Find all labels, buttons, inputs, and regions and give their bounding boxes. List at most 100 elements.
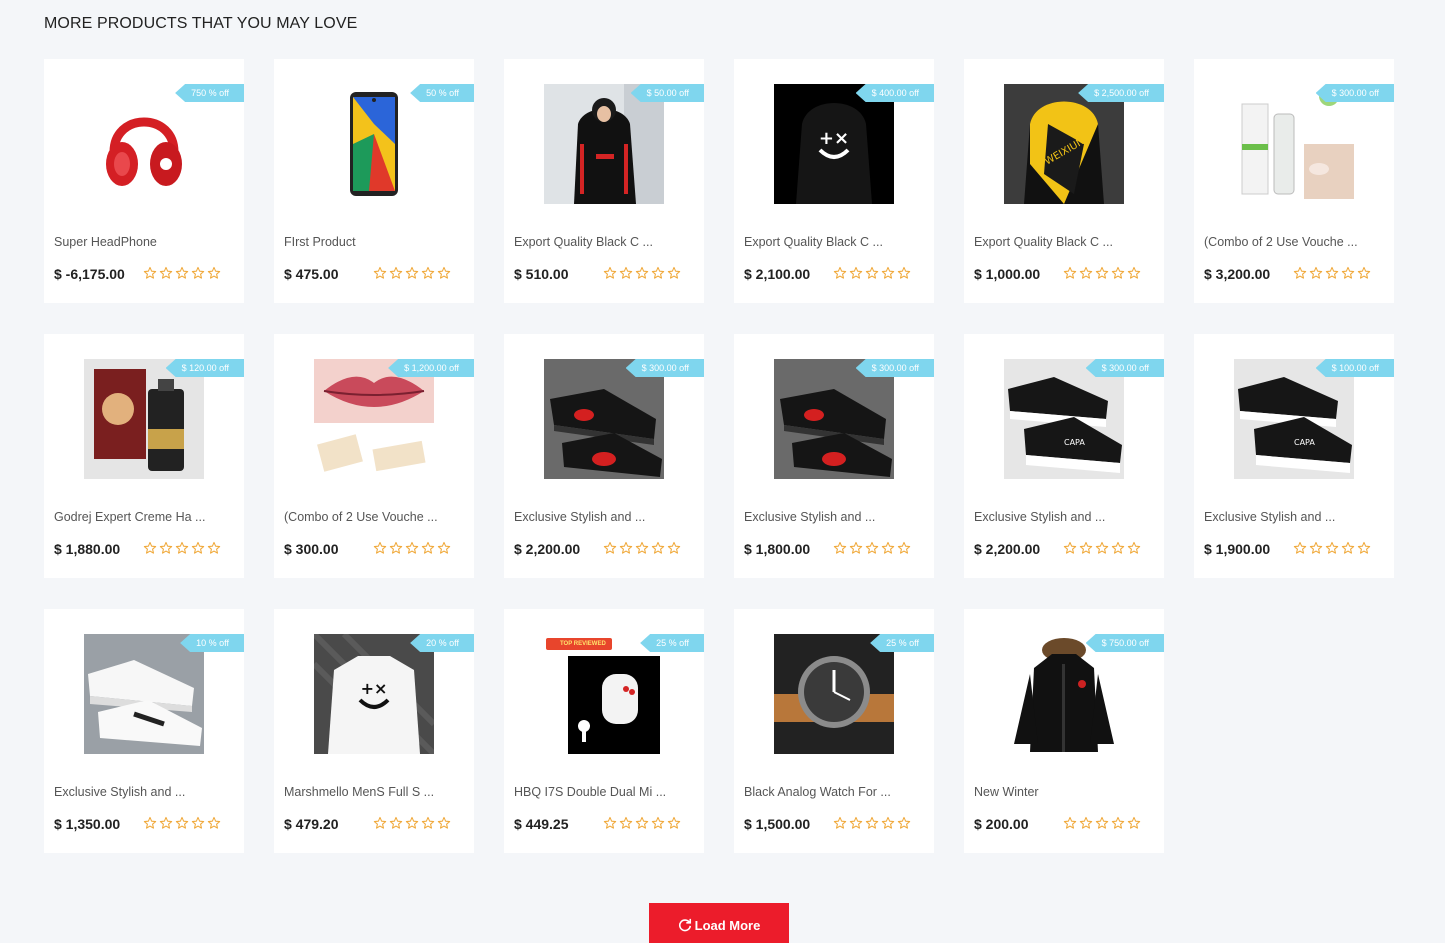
- star-icon: [1127, 266, 1141, 280]
- product-name[interactable]: Exclusive Stylish and ...: [1204, 510, 1335, 524]
- star-icon: [1341, 266, 1355, 280]
- star-icon: [1095, 541, 1109, 555]
- rating-stars: [603, 266, 681, 280]
- rating-stars: [1063, 266, 1141, 280]
- product-image[interactable]: [774, 634, 894, 754]
- product-price: $ 479.20: [284, 816, 339, 832]
- product-image[interactable]: [774, 359, 894, 479]
- star-icon: [389, 816, 403, 830]
- product-card[interactable]: $ 300.00 off Exclusive Stylish and ... $ 2…: [504, 334, 704, 578]
- product-price: $ 3,200.00: [1204, 266, 1271, 282]
- product-name[interactable]: Godrej Expert Creme Ha ...: [54, 510, 205, 524]
- star-icon: [1325, 541, 1339, 555]
- product-card[interactable]: +× 20 % off Marshmello MenS Full S ... $ 4…: [274, 609, 474, 853]
- product-name[interactable]: Exclusive Stylish and ...: [54, 785, 185, 799]
- discount-badge: 750 % off: [175, 84, 244, 102]
- product-card[interactable]: 50 % off FIrst Product $ 475.00: [274, 59, 474, 303]
- product-name[interactable]: Exclusive Stylish and ...: [514, 510, 645, 524]
- product-name[interactable]: Export Quality Black C ...: [974, 235, 1113, 249]
- product-price: $ 475.00: [284, 266, 339, 282]
- product-price: $ 300.00: [284, 541, 339, 557]
- rating-stars: [143, 266, 221, 280]
- product-price: $ 2,200.00: [974, 541, 1041, 557]
- product-image[interactable]: [84, 359, 204, 479]
- discount-badge: $ 2,500.00 off: [1078, 84, 1164, 102]
- product-image[interactable]: [544, 634, 664, 754]
- product-price: $ 1,880.00: [54, 541, 121, 557]
- star-icon: [1309, 541, 1323, 555]
- star-icon: [603, 816, 617, 830]
- product-card[interactable]: $ 120.00 off Godrej Expert Creme Ha ... $ …: [44, 334, 244, 578]
- product-name[interactable]: (Combo of 2 Use Vouche ...: [284, 510, 438, 524]
- load-more-button[interactable]: Load More: [649, 903, 789, 943]
- product-image[interactable]: [84, 634, 204, 754]
- star-icon: [373, 266, 387, 280]
- product-image[interactable]: CAPA: [1234, 359, 1354, 479]
- star-icon: [405, 266, 419, 280]
- svg-text:CAPA: CAPA: [1064, 438, 1085, 447]
- product-image[interactable]: [1004, 634, 1124, 754]
- star-icon: [651, 541, 665, 555]
- star-icon: [603, 266, 617, 280]
- product-card[interactable]: $ 300.00 off Exclusive Stylish and ... $ 1…: [734, 334, 934, 578]
- star-icon: [1341, 541, 1355, 555]
- product-card[interactable]: TOP REVIEWED 25 % off HBQ I7S Double Dual …: [504, 609, 704, 853]
- product-image[interactable]: [1234, 84, 1354, 204]
- product-name[interactable]: New Winter: [974, 785, 1039, 799]
- star-icon: [1063, 541, 1077, 555]
- product-name[interactable]: Export Quality Black C ...: [514, 235, 653, 249]
- product-image[interactable]: +×: [314, 634, 434, 754]
- product-image[interactable]: +×: [774, 84, 894, 204]
- product-price: $ 1,900.00: [1204, 541, 1271, 557]
- product-name[interactable]: FIrst Product: [284, 235, 356, 249]
- discount-badge: $ 400.00 off: [855, 84, 934, 102]
- product-name[interactable]: Exclusive Stylish and ...: [744, 510, 875, 524]
- product-price: $ 510.00: [514, 266, 569, 282]
- product-name[interactable]: Exclusive Stylish and ...: [974, 510, 1105, 524]
- star-icon: [421, 816, 435, 830]
- product-name[interactable]: (Combo of 2 Use Vouche ...: [1204, 235, 1358, 249]
- star-icon: [437, 816, 451, 830]
- star-icon: [619, 266, 633, 280]
- product-card[interactable]: 750 % off Super HeadPhone $ -6,175.00: [44, 59, 244, 303]
- product-card[interactable]: WEIXIUN $ 2,500.00 off Export Quality Blac…: [964, 59, 1164, 303]
- product-image[interactable]: WEIXIUN: [1004, 84, 1124, 204]
- star-icon: [881, 816, 895, 830]
- product-card[interactable]: 10 % off Exclusive Stylish and ... $ 1,350…: [44, 609, 244, 853]
- product-name[interactable]: Export Quality Black C ...: [744, 235, 883, 249]
- product-card[interactable]: $ 750.00 off New Winter $ 200.00: [964, 609, 1164, 853]
- product-image[interactable]: [314, 359, 434, 479]
- star-icon: [389, 266, 403, 280]
- discount-badge: 20 % off: [410, 634, 474, 652]
- product-image[interactable]: [544, 359, 664, 479]
- star-icon: [191, 816, 205, 830]
- product-card[interactable]: CAPA $ 300.00 off Exclusive Stylish and ..…: [964, 334, 1164, 578]
- discount-badge: $ 750.00 off: [1085, 634, 1164, 652]
- product-card[interactable]: $ 50.00 off Export Quality Black C ... $ 5…: [504, 59, 704, 303]
- product-price: $ 1,500.00: [744, 816, 811, 832]
- product-card[interactable]: $ 300.00 off (Combo of 2 Use Vouche ... $ …: [1194, 59, 1394, 303]
- product-card[interactable]: +× $ 400.00 off Export Quality Black C ..…: [734, 59, 934, 303]
- product-card[interactable]: $ 1,200.00 off (Combo of 2 Use Vouche ...…: [274, 334, 474, 578]
- product-image[interactable]: [544, 84, 664, 204]
- rating-stars: [603, 816, 681, 830]
- star-icon: [1293, 541, 1307, 555]
- discount-badge: 10 % off: [180, 634, 244, 652]
- star-icon: [1095, 816, 1109, 830]
- product-name[interactable]: Marshmello MenS Full S ...: [284, 785, 434, 799]
- discount-badge: $ 50.00 off: [630, 84, 704, 102]
- product-name[interactable]: Black Analog Watch For ...: [744, 785, 891, 799]
- product-card[interactable]: 25 % off Black Analog Watch For ... $ 1,50…: [734, 609, 934, 853]
- product-image[interactable]: [84, 84, 204, 204]
- star-icon: [865, 541, 879, 555]
- product-name[interactable]: HBQ I7S Double Dual Mi ...: [514, 785, 666, 799]
- product-image[interactable]: CAPA: [1004, 359, 1124, 479]
- product-name[interactable]: Super HeadPhone: [54, 235, 157, 249]
- star-icon: [635, 266, 649, 280]
- star-icon: [865, 266, 879, 280]
- product-price: $ 2,100.00: [744, 266, 811, 282]
- product-price: $ -6,175.00: [54, 266, 125, 282]
- product-image[interactable]: [314, 84, 434, 204]
- product-card[interactable]: CAPA $ 100.00 off Exclusive Stylish and ..…: [1194, 334, 1394, 578]
- star-icon: [437, 541, 451, 555]
